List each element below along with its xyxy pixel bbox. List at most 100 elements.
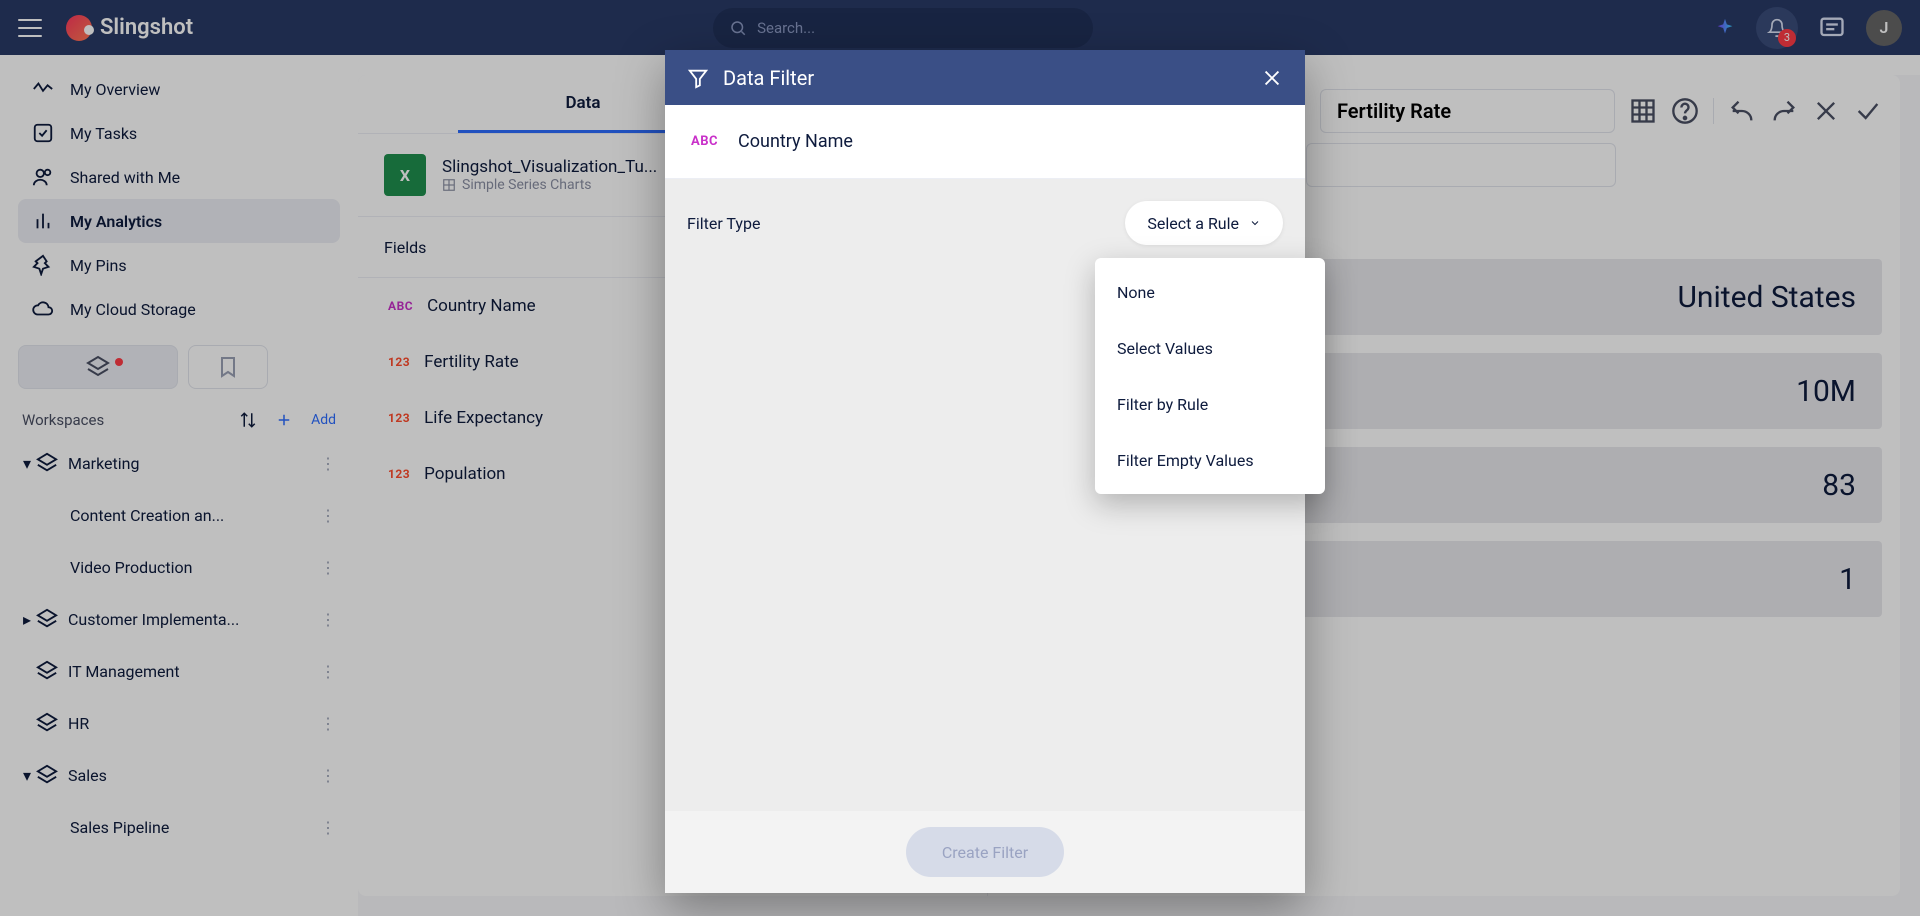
redo-icon[interactable] [1770, 97, 1798, 125]
chevron-down-icon [1249, 217, 1261, 229]
field-label: Country Name [427, 296, 536, 316]
workspaces-label: Workspaces [22, 411, 104, 429]
workspaces-tree: ▾ Marketing ⋮ Content Creation an... ⋮ V… [0, 437, 358, 853]
plus-icon[interactable] [275, 411, 293, 429]
layers-icon [36, 712, 58, 734]
ai-assistant-icon[interactable] [1714, 17, 1736, 39]
number-type-icon: 123 [388, 355, 410, 369]
user-avatar[interactable]: J [1866, 10, 1902, 46]
workspace-content-creation[interactable]: Content Creation an... ⋮ [8, 489, 350, 541]
hamburger-icon[interactable] [18, 19, 42, 37]
more-icon[interactable]: ⋮ [320, 714, 338, 733]
number-type-icon: 123 [388, 467, 410, 481]
more-icon[interactable]: ⋮ [320, 558, 338, 577]
workspace-customer-implementation[interactable]: ▸ Customer Implementa... ⋮ [8, 593, 350, 645]
bar-chart-icon [32, 210, 54, 232]
layers-icon [36, 764, 58, 786]
nav-label: My Tasks [70, 124, 137, 143]
search-input[interactable] [757, 19, 1077, 37]
workspace-marketing[interactable]: ▾ Marketing ⋮ [8, 437, 350, 489]
fields-label: Fields [384, 238, 426, 257]
workspace-it-management[interactable]: IT Management ⋮ [8, 645, 350, 697]
abc-type-icon: ABC [691, 134, 718, 149]
nav-label: My Cloud Storage [70, 300, 196, 319]
layers-icon [36, 660, 58, 682]
people-icon [32, 166, 54, 188]
menu-none[interactable]: None [1095, 264, 1325, 320]
more-icon[interactable]: ⋮ [320, 818, 338, 837]
menu-filter-empty-values[interactable]: Filter Empty Values [1095, 432, 1325, 488]
filter-type-select[interactable]: Select a Rule [1125, 201, 1283, 245]
workspace-label: Content Creation an... [70, 506, 224, 525]
left-sidebar: My Overview My Tasks Shared with Me My A… [0, 55, 358, 916]
chat-icon[interactable] [1818, 14, 1846, 42]
search-icon [729, 19, 747, 37]
more-icon[interactable]: ⋮ [320, 662, 338, 681]
nav-my-pins[interactable]: My Pins [18, 243, 340, 287]
workspace-sales[interactable]: ▾ Sales ⋮ [8, 749, 350, 801]
topbar: Slingshot 3 J [0, 0, 1920, 55]
more-icon[interactable]: ⋮ [320, 766, 338, 785]
grid-view-icon[interactable] [1629, 97, 1657, 125]
notifications-button[interactable]: 3 [1756, 7, 1798, 49]
confirm-icon[interactable] [1854, 97, 1882, 125]
topbar-actions: 3 J [1714, 7, 1902, 49]
workspace-video-production[interactable]: Video Production ⋮ [8, 541, 350, 593]
close-icon[interactable] [1261, 67, 1283, 89]
checkbox-icon [32, 122, 54, 144]
layers-view-toggle[interactable] [18, 345, 178, 389]
workspace-view-toggle [0, 331, 358, 389]
nav-my-analytics[interactable]: My Analytics [18, 199, 340, 243]
close-icon[interactable] [1812, 97, 1840, 125]
bookmarks-view-toggle[interactable] [188, 345, 268, 389]
modal-title: Data Filter [723, 66, 814, 90]
brand-logo[interactable]: Slingshot [66, 15, 193, 41]
filter-field-row: ABC Country Name [665, 105, 1305, 179]
workspace-label: Marketing [68, 454, 139, 473]
viz-title-input[interactable]: Fertility Rate [1320, 89, 1615, 133]
nav-my-overview[interactable]: My Overview [18, 67, 340, 111]
chevron-down-icon: ▾ [20, 454, 34, 473]
layers-icon [36, 452, 58, 474]
workspace-hr[interactable]: HR ⋮ [8, 697, 350, 749]
notification-badge: 3 [1778, 29, 1796, 47]
data-source-name: Slingshot_Visualization_Tu... [442, 157, 657, 177]
sort-icon[interactable] [239, 411, 257, 429]
nav-my-tasks[interactable]: My Tasks [18, 111, 340, 155]
menu-filter-by-rule[interactable]: Filter by Rule [1095, 376, 1325, 432]
logo-mark-icon [66, 15, 92, 41]
activity-dot-icon [115, 358, 123, 366]
pin-icon [32, 254, 54, 276]
more-icon[interactable]: ⋮ [320, 610, 338, 629]
workspace-label: HR [68, 714, 89, 733]
nav-label: My Overview [70, 80, 160, 99]
global-search[interactable] [713, 8, 1093, 48]
chevron-right-icon: ▸ [20, 610, 34, 629]
screen-root: Slingshot 3 J My Overview [0, 0, 1920, 916]
undo-icon[interactable] [1728, 97, 1756, 125]
grid-icon [442, 178, 456, 192]
excel-icon: X [384, 154, 426, 196]
nav-label: My Pins [70, 256, 127, 275]
viz-description-input[interactable] [1306, 143, 1616, 187]
nav-label: Shared with Me [70, 168, 180, 187]
nav-my-cloud-storage[interactable]: My Cloud Storage [18, 287, 340, 331]
more-icon[interactable]: ⋮ [320, 454, 338, 473]
create-filter-button[interactable]: Create Filter [906, 827, 1064, 877]
help-icon[interactable] [1671, 97, 1699, 125]
sheet-name: Simple Series Charts [462, 177, 592, 193]
menu-select-values[interactable]: Select Values [1095, 320, 1325, 376]
field-label: Life Expectancy [424, 408, 543, 428]
layers-icon [36, 608, 58, 630]
number-type-icon: 123 [388, 411, 410, 425]
workspace-label: Sales [68, 766, 107, 785]
nav-shared-with-me[interactable]: Shared with Me [18, 155, 340, 199]
add-workspace-label[interactable]: Add [311, 412, 336, 428]
nav-label: My Analytics [70, 212, 162, 231]
modal-footer: Create Filter [665, 811, 1305, 893]
filter-type-menu: None Select Values Filter by Rule Filter… [1095, 258, 1325, 494]
workspace-sales-pipeline[interactable]: Sales Pipeline ⋮ [8, 801, 350, 853]
more-icon[interactable]: ⋮ [320, 506, 338, 525]
field-label: Population [424, 464, 505, 484]
workspaces-header: Workspaces Add [0, 389, 358, 437]
